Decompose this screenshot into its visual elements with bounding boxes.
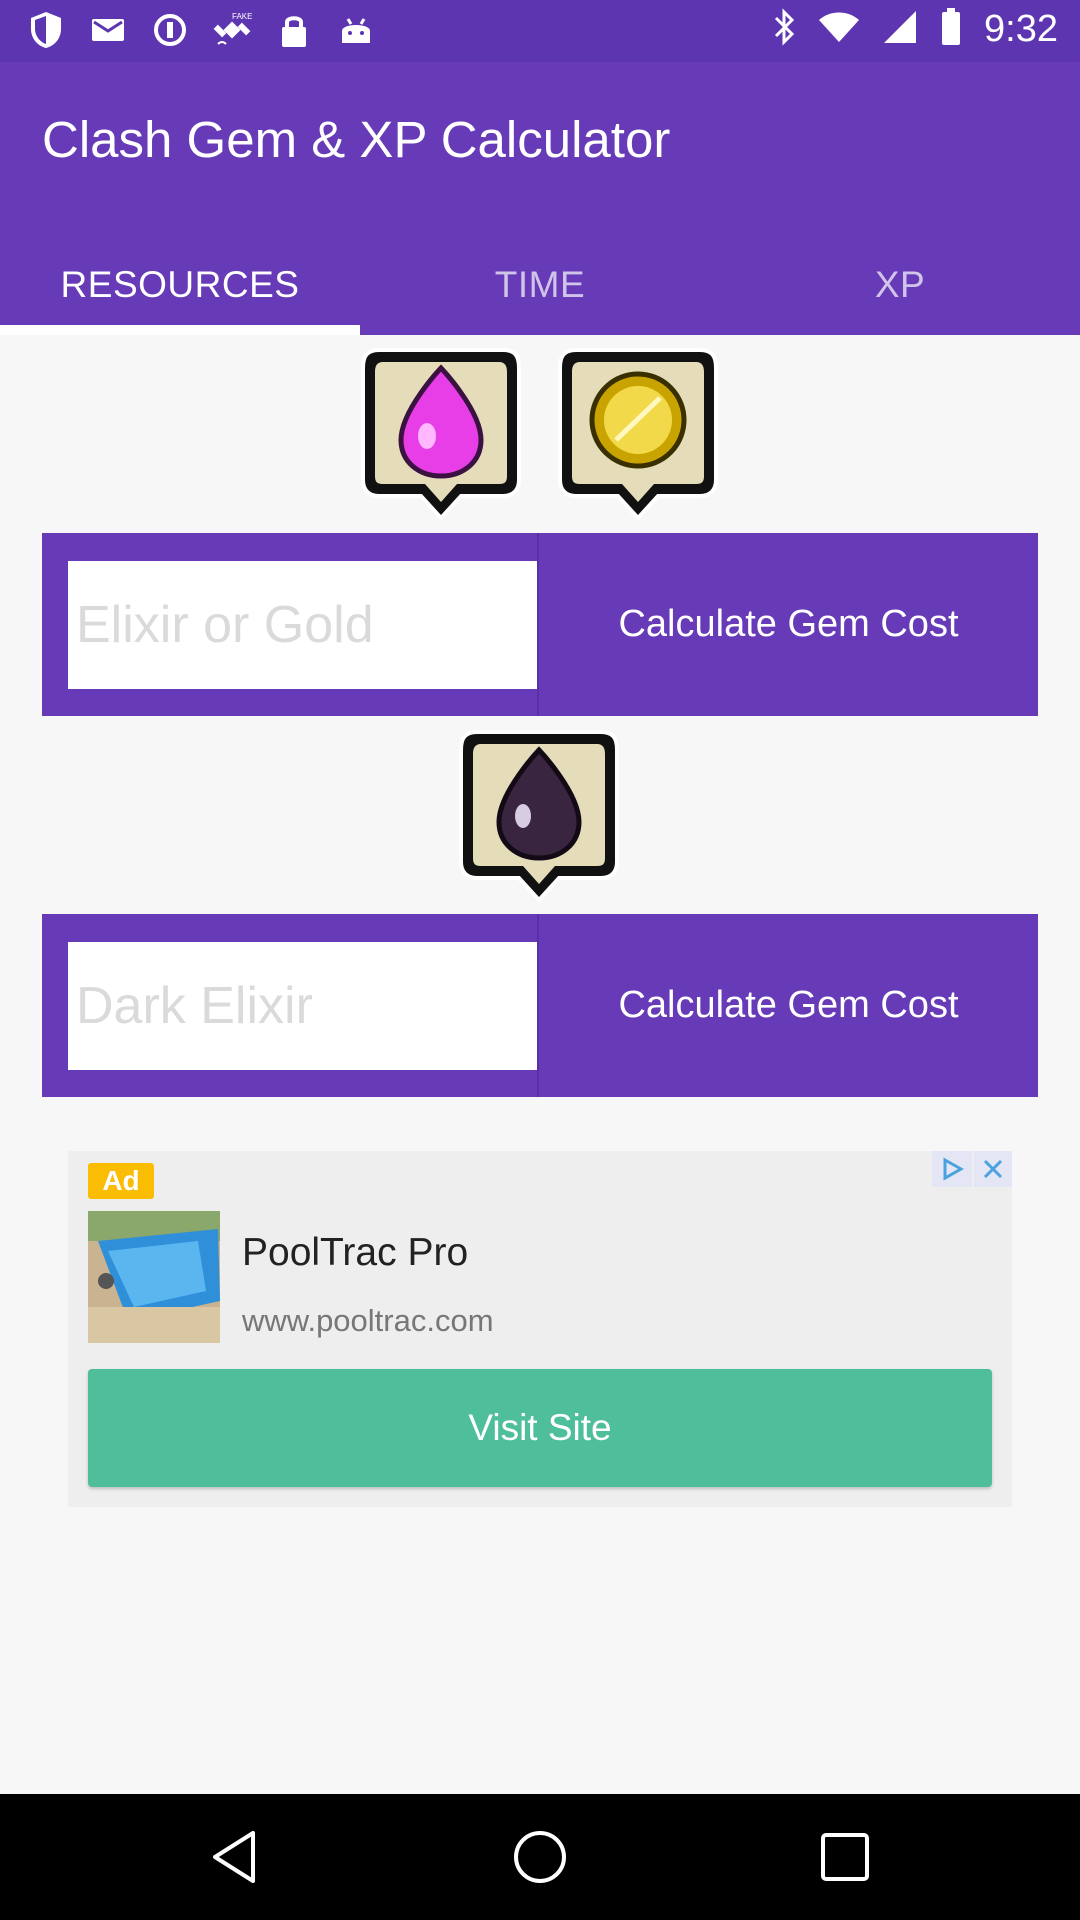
ad-close-icon[interactable] [974, 1151, 1012, 1187]
ad-title[interactable]: PoolTrac Pro [242, 1231, 468, 1275]
ad-url[interactable]: www.pooltrac.com [242, 1303, 494, 1339]
tab-bar: RESOURCES TIME XP [0, 234, 1080, 335]
wifi-icon [818, 10, 860, 49]
app-bar: Clash Gem & XP Calculator RESOURCES TIME… [0, 62, 1080, 335]
lock-icon [274, 10, 314, 50]
home-icon[interactable] [510, 1827, 570, 1887]
dark-elixir-input[interactable] [68, 941, 537, 1070]
mail-icon [88, 10, 128, 50]
page-title: Clash Gem & XP Calculator [42, 111, 671, 168]
shield-icon [26, 10, 66, 50]
ad-badge: Ad [88, 1163, 154, 1199]
calculate-elixir-gold-button[interactable]: Calculate Gem Cost [539, 533, 1038, 716]
data-saver-icon [150, 10, 190, 50]
tab-time[interactable]: TIME [360, 234, 720, 335]
gold-icon [556, 344, 720, 522]
tab-resources[interactable]: RESOURCES [0, 234, 360, 335]
android-icon [336, 10, 376, 50]
svg-text:FAKE: FAKE [232, 12, 252, 21]
back-icon[interactable] [207, 1827, 267, 1887]
dark-elixir-calc-row: Calculate Gem Cost [42, 914, 1038, 1097]
recents-icon[interactable] [815, 1827, 875, 1887]
elixir-icon [359, 344, 523, 522]
calculate-dark-elixir-button[interactable]: Calculate Gem Cost [539, 914, 1038, 1097]
ad-image[interactable] [88, 1211, 220, 1343]
ad-banner[interactable]: Ad PoolTrac Pro www.pooltrac.com Visit S… [68, 1151, 1012, 1507]
status-bar-right: 9:32 [772, 8, 1058, 51]
visit-site-button[interactable]: Visit Site [88, 1369, 992, 1487]
status-bar-left: FAKE [26, 10, 376, 50]
tab-xp[interactable]: XP [720, 234, 1080, 335]
dark-elixir-icon [457, 726, 621, 904]
status-bar: FAKE 9:32 [0, 0, 1080, 62]
status-time: 9:32 [984, 8, 1058, 50]
cellular-icon [882, 9, 918, 50]
ad-choices-icon[interactable] [932, 1151, 972, 1187]
elixir-gold-input[interactable] [68, 560, 537, 689]
battery-icon [940, 8, 962, 51]
navigation-bar [0, 1794, 1080, 1920]
fake-gps-icon: FAKE [212, 10, 252, 50]
elixir-gold-calc-row: Calculate Gem Cost [42, 533, 1038, 716]
bluetooth-icon [772, 8, 796, 51]
